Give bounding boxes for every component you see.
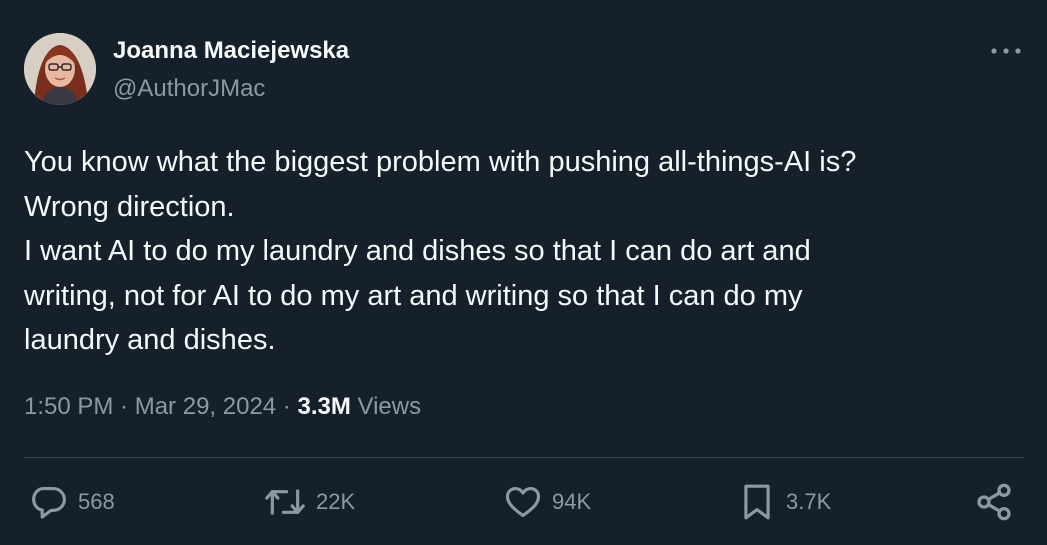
tweet-time[interactable]: 1:50 PM xyxy=(24,393,113,420)
share-icon xyxy=(977,483,1011,521)
tweet-text-line: Wrong direction. xyxy=(24,190,235,223)
action-bar: 568 22K 94K 3.7K xyxy=(0,478,1047,526)
tweet-text-line: laundry and dishes. xyxy=(24,324,276,356)
meta-separator: · xyxy=(276,393,298,420)
author-name[interactable]: Joanna Maciejewska xyxy=(113,37,349,65)
meta-separator: · xyxy=(113,393,135,420)
tweet-text: You know what the biggest problem with p… xyxy=(24,140,1014,363)
heart-icon xyxy=(505,486,541,518)
avatar-image xyxy=(24,33,96,105)
like-count: 94K xyxy=(552,489,592,514)
tweet-text-line: You know what the biggest problem with p… xyxy=(24,146,857,178)
reply-count: 568 xyxy=(78,489,115,514)
repost-icon xyxy=(265,489,305,515)
tweet-text-line: I want AI to do my laundry and dishes so… xyxy=(24,235,811,267)
reply-icon xyxy=(32,486,66,519)
bookmark-icon xyxy=(744,484,770,520)
bookmark-button[interactable]: 3.7K xyxy=(738,478,831,526)
author-handle[interactable]: @AuthorJMac xyxy=(113,75,265,103)
more-horizontal-icon xyxy=(991,48,1021,54)
avatar[interactable] xyxy=(24,33,96,105)
repost-button[interactable]: 22K xyxy=(264,478,355,526)
views-label: Views xyxy=(357,393,422,420)
tweet-metadata: 1:50 PM · Mar 29, 2024 · 3.3M Views xyxy=(24,393,421,421)
tweet-date[interactable]: Mar 29, 2024 xyxy=(135,393,276,420)
like-button[interactable]: 94K xyxy=(504,478,591,526)
tweet-card: Joanna Maciejewska @AuthorJMac You know … xyxy=(0,0,1047,545)
views-count[interactable]: 3.3M xyxy=(297,393,350,420)
share-button[interactable] xyxy=(974,478,1014,526)
more-options-button[interactable] xyxy=(984,36,1028,66)
bookmark-count: 3.7K xyxy=(786,489,832,514)
repost-count: 22K xyxy=(316,489,356,514)
reply-button[interactable]: 568 xyxy=(30,478,115,526)
tweet-text-line: writing, not for AI to do my art and wri… xyxy=(24,279,803,312)
divider xyxy=(24,457,1024,458)
